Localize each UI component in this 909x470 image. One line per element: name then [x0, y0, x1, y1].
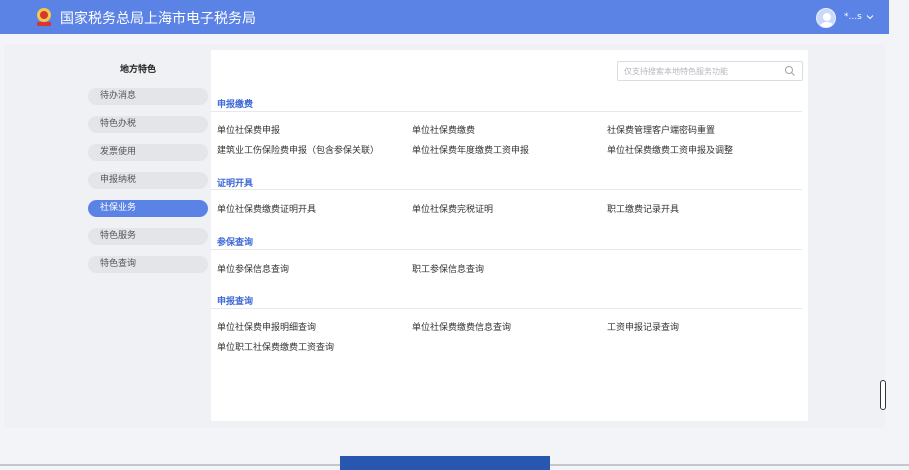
- search-input[interactable]: [624, 64, 779, 78]
- sidebar-item-pending-messages[interactable]: 待办消息: [88, 88, 208, 105]
- link-unit-insurance-info[interactable]: 单位参保信息查询: [217, 262, 289, 275]
- section-divider: [211, 189, 802, 190]
- sidebar-item-social-security[interactable]: 社保业务: [88, 200, 208, 217]
- content-area: [211, 50, 808, 421]
- section-divider: [211, 249, 802, 250]
- bottom-bar-button[interactable]: [340, 456, 550, 470]
- section-title-certificate: 证明开具: [217, 179, 254, 189]
- sidebar-item-declaration[interactable]: 申报纳税: [88, 172, 208, 189]
- section-divider: [211, 111, 802, 112]
- chevron-down-icon[interactable]: [866, 13, 874, 21]
- search-icon[interactable]: [784, 65, 796, 77]
- section-title-declaration-payment: 申报缴费: [217, 100, 254, 110]
- link-annual-wage-declaration[interactable]: 单位社保费年度缴费工资申报: [412, 143, 529, 156]
- sidebar-item-special-query[interactable]: 特色查询: [88, 256, 208, 273]
- tax-emblem-icon: [37, 8, 51, 26]
- link-employee-insurance-info[interactable]: 职工参保信息查询: [412, 262, 484, 275]
- link-wage-record-query[interactable]: 工资申报记录查询: [607, 320, 679, 333]
- sidebar-title: 地方特色: [120, 65, 157, 75]
- user-avatar-icon[interactable]: [816, 8, 836, 28]
- link-client-password-reset[interactable]: 社保费管理客户端密码重置: [607, 123, 715, 136]
- link-tax-clearance-certificate[interactable]: 单位社保费完税证明: [412, 202, 493, 215]
- link-payment-certificate[interactable]: 单位社保费缴费证明开具: [217, 202, 316, 215]
- sidebar-item-special-service[interactable]: 特色服务: [88, 228, 208, 245]
- sidebar-item-special-tax[interactable]: 特色办税: [88, 116, 208, 133]
- link-declaration-detail-query[interactable]: 单位社保费申报明细查询: [217, 320, 316, 333]
- link-construction-injury-insurance[interactable]: 建筑业工伤保险费申报（包含参保关联）: [217, 143, 379, 156]
- sidebar-item-invoice[interactable]: 发票使用: [88, 144, 208, 161]
- section-title-declaration-query: 申报查询: [217, 297, 254, 307]
- link-employee-payment-record[interactable]: 职工缴费记录开具: [607, 202, 679, 215]
- search-box[interactable]: [617, 61, 803, 81]
- link-wage-declaration-adjustment[interactable]: 单位社保费缴费工资申报及调整: [607, 143, 733, 156]
- link-unit-ss-declaration[interactable]: 单位社保费申报: [217, 123, 280, 136]
- section-divider: [211, 308, 802, 309]
- app-title[interactable]: 国家税务总局上海市电子税务局: [60, 8, 256, 28]
- link-employee-wage-query[interactable]: 单位职工社保费缴费工资查询: [217, 340, 334, 353]
- link-unit-ss-payment[interactable]: 单位社保费缴费: [412, 123, 475, 136]
- link-payment-info-query[interactable]: 单位社保费缴费信息查询: [412, 320, 511, 333]
- scrollbar-handle[interactable]: [880, 380, 886, 410]
- user-name[interactable]: *...s: [844, 12, 862, 22]
- section-title-insurance-query: 参保查询: [217, 238, 254, 248]
